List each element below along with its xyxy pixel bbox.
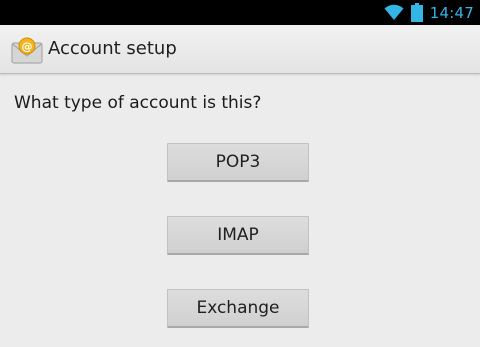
action-bar: @ Account setup [0, 25, 480, 74]
account-type-prompt: What type of account is this? [14, 93, 262, 113]
page-title: Account setup [48, 38, 177, 59]
imap-button[interactable]: IMAP [167, 216, 309, 255]
exchange-button[interactable]: Exchange [167, 289, 309, 328]
svg-text:@: @ [22, 40, 33, 53]
email-app-icon[interactable]: @ [11, 36, 43, 64]
pop3-button[interactable]: POP3 [167, 143, 309, 182]
status-bar: 14:47 [0, 0, 480, 25]
wifi-icon [384, 4, 404, 21]
status-clock: 14:47 [429, 3, 474, 22]
status-icons: 14:47 [384, 0, 474, 25]
battery-icon [410, 3, 423, 22]
